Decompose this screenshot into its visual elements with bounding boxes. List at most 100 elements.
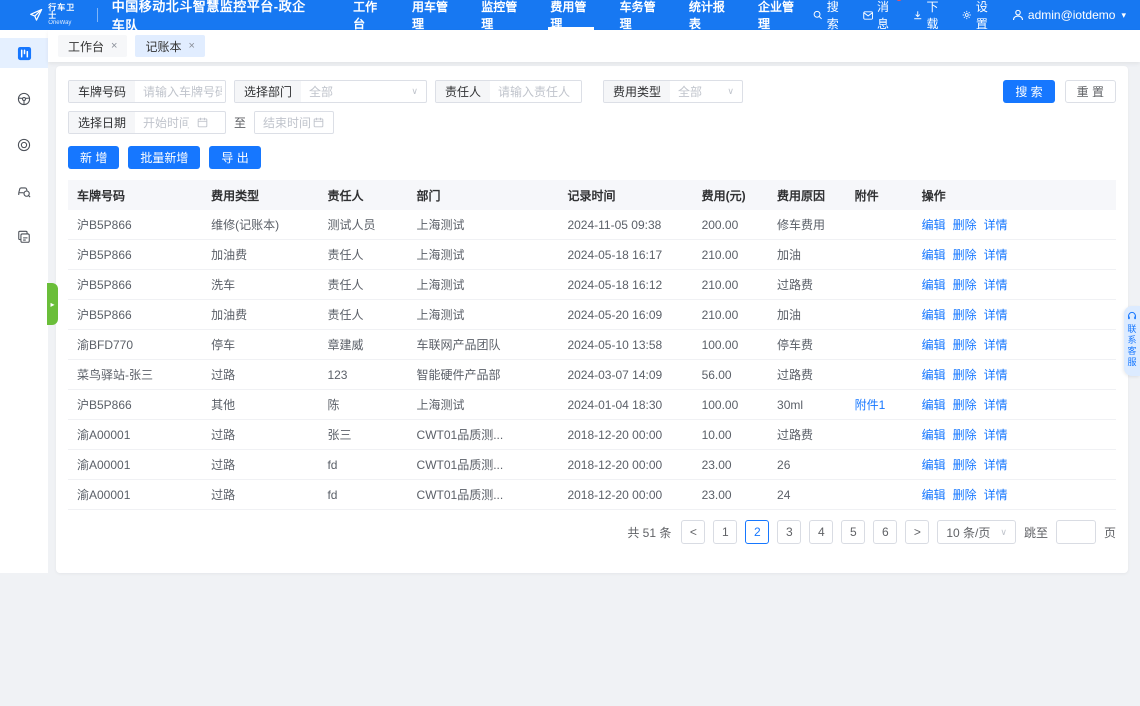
nav-item-4[interactable]: 车务管理 [606, 0, 675, 31]
page-size-select[interactable]: 10 条/页 ∨ [937, 520, 1016, 544]
pagination-page-4[interactable]: 4 [809, 520, 834, 544]
department-select[interactable]: 全部 ∨ [301, 81, 426, 102]
nav-item-6[interactable]: 企业管理 [744, 0, 813, 31]
date-filter-group: 选择日期 [68, 111, 226, 134]
sidebar-item-workbench[interactable] [0, 38, 48, 68]
filter-actions: 搜 索 重 置 [1003, 80, 1116, 103]
cell-reason: 过路费 [777, 428, 814, 442]
jump-page-input[interactable] [1055, 520, 1096, 544]
tab-0[interactable]: 工作台 × [58, 35, 128, 57]
user-menu[interactable]: admin@iotdemo ▾ [1012, 8, 1126, 22]
date-end-input[interactable] [255, 112, 314, 133]
nav-item-5[interactable]: 统计报表 [675, 0, 744, 31]
edit-link[interactable]: 编辑 [922, 308, 946, 322]
cell-actions: 编辑 删除 详情 [913, 486, 1116, 503]
expense-type-select[interactable]: 全部 ∨ [670, 81, 742, 102]
message-menu[interactable]: 消息 [862, 0, 902, 32]
pagination-page-1[interactable]: 1 [713, 520, 738, 544]
edit-link[interactable]: 编辑 [922, 338, 946, 352]
detail-link[interactable]: 详情 [984, 308, 1008, 322]
cell-amount: 210.00 [701, 307, 739, 322]
settings-menu[interactable]: 设置 [962, 0, 994, 32]
nav-item-1[interactable]: 用车管理 [398, 0, 467, 31]
nav-item-3[interactable]: 费用管理 [536, 0, 605, 31]
nav-item-0[interactable]: 工作台 [339, 0, 398, 31]
detail-link[interactable]: 详情 [984, 458, 1008, 472]
logo-title: 行车卫士 [48, 3, 76, 20]
batch-add-button[interactable]: 批量新增 [128, 146, 201, 169]
pagination-page-2[interactable]: 2 [745, 520, 770, 544]
date-start-input[interactable] [135, 112, 198, 133]
search-menu[interactable]: 搜索 [813, 0, 845, 32]
detail-link[interactable]: 详情 [984, 218, 1008, 232]
delete-link[interactable]: 删除 [953, 398, 977, 412]
sidebar-expand-handle[interactable]: ▸ [47, 283, 58, 325]
edit-link[interactable]: 编辑 [922, 488, 946, 502]
close-icon[interactable]: × [111, 40, 117, 52]
delete-link[interactable]: 删除 [953, 488, 977, 502]
cell-type: 维修(记账本) [211, 218, 280, 232]
cell-owner: 123 [327, 367, 348, 382]
detail-link[interactable]: 详情 [984, 398, 1008, 412]
attachment-link[interactable]: 附件1 [855, 398, 886, 412]
export-button[interactable]: 导 出 [209, 146, 261, 169]
search-icon [813, 10, 823, 20]
detail-link[interactable]: 详情 [984, 248, 1008, 262]
settings-menu-label: 设置 [975, 0, 988, 31]
sidebar-item-monitor[interactable] [0, 84, 48, 114]
cell-plate: 渝A00001 [77, 428, 131, 442]
cell-plate: 沪B5P866 [77, 278, 132, 292]
download-menu[interactable]: 下载 [913, 0, 945, 32]
pagination-prev-button[interactable]: < [681, 520, 706, 544]
cell-attachment: 附件1 [846, 396, 913, 413]
pagination-page-3[interactable]: 3 [777, 520, 802, 544]
tab-1[interactable]: 记账本 × [135, 35, 205, 57]
sidebar-item-vehicle-files[interactable] [0, 222, 48, 252]
detail-link[interactable]: 详情 [984, 488, 1008, 502]
cell-time: 2018-12-20 00:00 [567, 427, 663, 442]
edit-link[interactable]: 编辑 [922, 218, 946, 232]
cell-owner: fd [327, 487, 338, 502]
contact-support-widget[interactable]: 联系客服 [1124, 306, 1140, 376]
sidebar-item-track[interactable] [0, 130, 48, 160]
table-row: 渝BFD770 停车 章建威 车联网产品团队 2024-05-10 13:58 100.0… [68, 330, 1116, 360]
cell-type: 加油费 [211, 248, 248, 262]
delete-link[interactable]: 删除 [953, 338, 977, 352]
close-icon[interactable]: × [188, 40, 194, 52]
delete-link[interactable]: 删除 [953, 308, 977, 322]
sidebar-item-vehicle-audit[interactable] [0, 176, 48, 206]
edit-link[interactable]: 编辑 [922, 428, 946, 442]
delete-link[interactable]: 删除 [953, 458, 977, 472]
delete-link[interactable]: 删除 [953, 428, 977, 442]
plate-input[interactable] [135, 81, 225, 102]
detail-link[interactable]: 详情 [984, 338, 1008, 352]
add-button[interactable]: 新 增 [68, 146, 120, 169]
nav-item-2[interactable]: 监控管理 [467, 0, 536, 31]
delete-link[interactable]: 删除 [953, 368, 977, 382]
detail-link[interactable]: 详情 [984, 278, 1008, 292]
pagination-next-button[interactable]: > [905, 520, 930, 544]
search-menu-label: 搜索 [826, 0, 839, 31]
edit-link[interactable]: 编辑 [922, 398, 946, 412]
pagination-page-6[interactable]: 6 [873, 520, 898, 544]
delete-link[interactable]: 删除 [953, 248, 977, 262]
delete-link[interactable]: 删除 [953, 278, 977, 292]
detail-link[interactable]: 详情 [984, 368, 1008, 382]
cell-reason: 过路费 [777, 368, 814, 382]
edit-link[interactable]: 编辑 [922, 278, 946, 292]
delete-link[interactable]: 删除 [953, 218, 977, 232]
edit-link[interactable]: 编辑 [922, 458, 946, 472]
search-button[interactable]: 搜 索 [1003, 80, 1055, 103]
edit-link[interactable]: 编辑 [922, 248, 946, 262]
owner-input[interactable] [490, 81, 581, 102]
reset-button[interactable]: 重 置 [1064, 80, 1116, 103]
cell-actions: 编辑 删除 详情 [913, 396, 1116, 413]
detail-link[interactable]: 详情 [984, 428, 1008, 442]
cell-reason: 加油 [777, 308, 802, 322]
vehicle-copy-icon [18, 230, 30, 243]
edit-link[interactable]: 编辑 [922, 368, 946, 382]
cell-actions: 编辑 删除 详情 [913, 426, 1116, 443]
column-header: 记录时间 [567, 188, 616, 203]
table-row: 渝A00001 过路 张三 CWT01品质测... 2018-12-20 00:00 10… [68, 420, 1116, 450]
pagination-page-5[interactable]: 5 [841, 520, 866, 544]
